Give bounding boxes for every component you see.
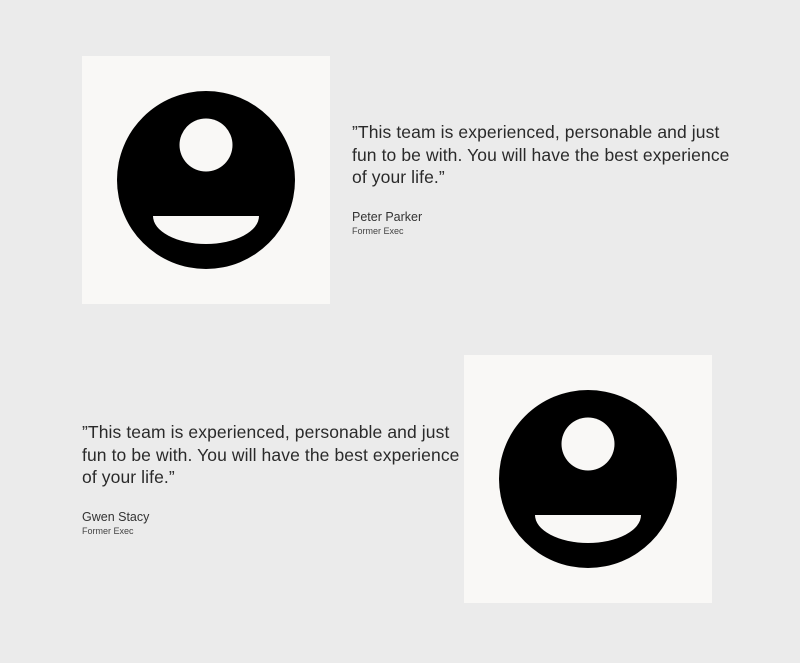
testimonial: ”This team is experienced, personable an… xyxy=(352,121,732,237)
testimonial-role: Former Exec xyxy=(82,525,134,536)
user-avatar-icon xyxy=(499,390,677,568)
avatar-card xyxy=(82,56,330,304)
testimonial: ”This team is experienced, personable an… xyxy=(82,421,462,537)
avatar-card xyxy=(464,355,712,603)
testimonial-author: Gwen Stacy xyxy=(82,509,150,524)
testimonial-quote: ”This team is experienced, personable an… xyxy=(82,422,460,487)
testimonial-quote: ”This team is experienced, personable an… xyxy=(352,122,730,187)
testimonial-role: Former Exec xyxy=(352,225,404,236)
testimonial-author: Peter Parker xyxy=(352,209,423,224)
user-avatar-icon xyxy=(117,91,295,269)
